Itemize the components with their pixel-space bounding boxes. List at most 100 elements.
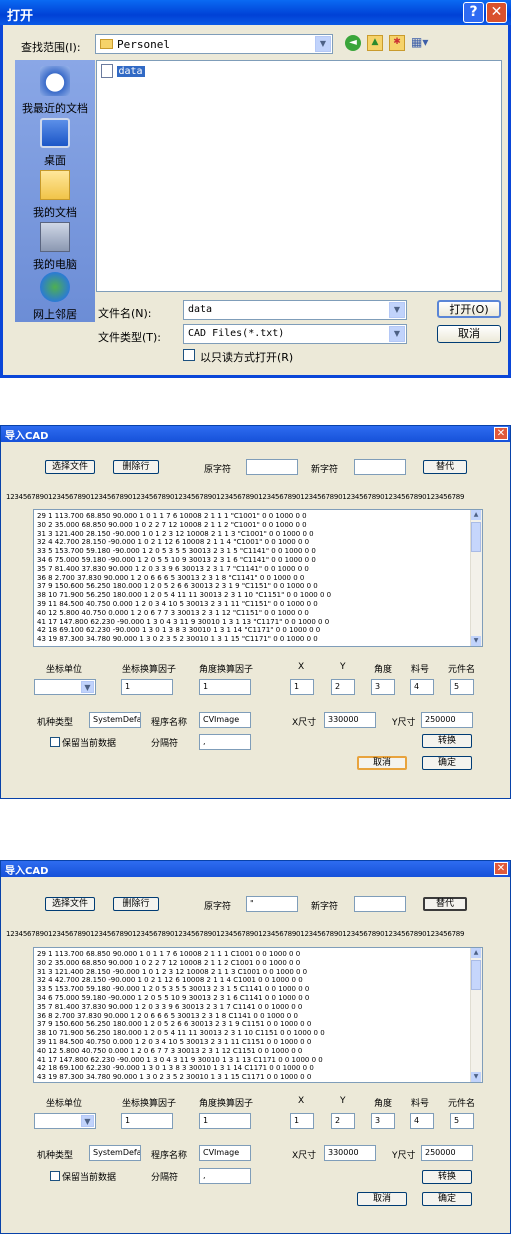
filename-combo[interactable]: data ▼ <box>183 300 407 320</box>
replace-button[interactable]: 替代 <box>423 460 467 474</box>
chevron-down-icon[interactable]: ▼ <box>81 681 94 693</box>
scroll-down-icon[interactable]: ▼ <box>471 636 481 646</box>
scroll-thumb[interactable] <box>471 960 481 990</box>
delete-row-button[interactable]: 删除行 <box>113 897 159 911</box>
list-item[interactable]: 33 5 153.700 59.180 -90.000 1 2 0 5 3 5 … <box>34 985 482 994</box>
data-listbox[interactable]: 29 1 113.700 68.850 90.000 1 0 1 1 7 6 1… <box>33 947 483 1083</box>
select-file-button[interactable]: 选择文件 <box>45 897 95 911</box>
delete-row-button[interactable]: 删除行 <box>113 460 159 474</box>
list-item[interactable]: 42 18 69.100 62.230 -90.000 1 3 0 1 3 8 … <box>34 1064 482 1073</box>
list-item[interactable]: 35 7 81.400 37.830 90.000 1 2 0 3 3 9 6 … <box>34 565 482 574</box>
select-file-button[interactable]: 选择文件 <box>45 460 95 474</box>
vertical-scrollbar[interactable]: ▲ ▼ <box>470 948 482 1082</box>
angle-scale-input[interactable]: 1 <box>199 679 251 695</box>
chevron-down-icon[interactable]: ▼ <box>81 1115 94 1127</box>
y-column-input[interactable]: 2 <box>331 679 355 695</box>
orig-char-input[interactable]: " <box>246 896 298 912</box>
part-column-input[interactable]: 4 <box>410 1113 434 1129</box>
keep-data-checkbox[interactable] <box>50 1171 60 1181</box>
component-column-input[interactable]: 5 <box>450 1113 474 1129</box>
filetype-combo[interactable]: CAD Files(*.txt) ▼ <box>183 324 407 344</box>
x-size-input[interactable]: 330000 <box>324 712 376 728</box>
list-item[interactable]: 34 6 75.000 59.180 -90.000 1 2 0 5 5 10 … <box>34 556 482 565</box>
angle-column-input[interactable]: 3 <box>371 1113 395 1129</box>
program-name-input[interactable]: CVImage <box>199 1145 251 1161</box>
list-item[interactable]: 40 12 5.800 40.750 0.000 1 2 0 6 7 7 3 3… <box>34 609 482 618</box>
view-menu-icon[interactable]: ▦▾ <box>411 35 433 51</box>
list-item[interactable]: 41 17 147.800 62.230 -90.000 1 3 0 4 3 1… <box>34 1056 482 1065</box>
file-list[interactable]: data <box>96 60 502 292</box>
list-item[interactable]: 39 11 84.500 40.750 0.000 1 2 0 3 4 10 5… <box>34 1038 482 1047</box>
list-item[interactable]: 33 5 153.700 59.180 -90.000 1 2 0 5 3 5 … <box>34 547 482 556</box>
close-button[interactable]: ✕ <box>486 2 507 23</box>
y-column-input[interactable]: 2 <box>331 1113 355 1129</box>
scroll-down-icon[interactable]: ▼ <box>471 1072 481 1082</box>
scroll-up-icon[interactable]: ▲ <box>471 948 481 958</box>
component-column-input[interactable]: 5 <box>450 679 474 695</box>
back-icon[interactable]: ◄ <box>345 35 361 51</box>
look-in-combo[interactable]: Personel ▼ <box>95 34 333 54</box>
list-item[interactable]: 31 3 121.400 28.150 -90.000 1 0 1 2 3 12… <box>34 968 482 977</box>
list-item[interactable]: 32 4 42.700 28.150 -90.000 1 0 2 1 12 6 … <box>34 538 482 547</box>
scroll-up-icon[interactable]: ▲ <box>471 510 481 520</box>
list-item[interactable]: 40 12 5.800 40.750 0.000 1 2 0 6 7 7 3 3… <box>34 1047 482 1056</box>
list-item[interactable]: 34 6 75.000 59.180 -90.000 1 2 0 5 5 10 … <box>34 994 482 1003</box>
new-char-input[interactable] <box>354 459 406 475</box>
x-column-input[interactable]: 1 <box>290 1113 314 1129</box>
new-char-input[interactable] <box>354 896 406 912</box>
part-column-input[interactable]: 4 <box>410 679 434 695</box>
angle-column-input[interactable]: 3 <box>371 679 395 695</box>
list-item[interactable]: 29 1 113.700 68.850 90.000 1 0 1 1 7 6 1… <box>34 950 482 959</box>
list-item[interactable]: 43 19 87.300 34.780 90.000 1 3 0 2 3 5 2… <box>34 1073 482 1082</box>
program-name-input[interactable]: CVImage <box>199 712 251 728</box>
y-size-input[interactable]: 250000 <box>421 712 473 728</box>
cancel-button[interactable]: 取消 <box>437 325 501 343</box>
list-item[interactable]: 42 18 69.100 62.230 -90.000 1 3 0 1 3 8 … <box>34 626 482 635</box>
place-network[interactable]: 网上邻居 <box>15 272 95 322</box>
list-item[interactable]: 36 8 2.700 37.830 90.000 1 2 0 6 6 6 5 3… <box>34 574 482 583</box>
convert-button[interactable]: 转换 <box>422 734 472 748</box>
vertical-scrollbar[interactable]: ▲ ▼ <box>470 510 482 646</box>
file-item[interactable]: data <box>101 64 145 78</box>
list-item[interactable]: 29 1 113.700 68.850 90.000 1 0 1 1 7 6 1… <box>34 512 482 521</box>
coord-unit-select[interactable]: ▼ <box>34 679 96 695</box>
scroll-thumb[interactable] <box>471 522 481 552</box>
readonly-checkbox[interactable] <box>183 349 195 361</box>
up-folder-icon[interactable]: ▲ <box>367 35 383 51</box>
list-item[interactable]: 41 17 147.800 62.230 -90.000 1 3 0 4 3 1… <box>34 618 482 627</box>
chevron-down-icon[interactable]: ▼ <box>389 302 405 318</box>
chevron-down-icon[interactable]: ▼ <box>315 36 331 52</box>
separator-input[interactable]: , <box>199 734 251 750</box>
list-item[interactable]: 30 2 35.000 68.850 90.000 1 0 2 2 7 12 1… <box>34 959 482 968</box>
cancel-button[interactable]: 取消 <box>357 1192 407 1206</box>
list-item[interactable]: 38 10 71.900 56.250 180.000 1 2 0 5 4 11… <box>34 1029 482 1038</box>
close-icon[interactable]: ✕ <box>494 427 508 440</box>
y-size-input[interactable]: 250000 <box>421 1145 473 1161</box>
place-desktop[interactable]: 桌面 <box>15 118 95 168</box>
list-item[interactable]: 32 4 42.700 28.150 -90.000 1 0 2 1 12 6 … <box>34 976 482 985</box>
cancel-button[interactable]: 取消 <box>357 756 407 770</box>
coord-unit-select[interactable]: ▼ <box>34 1113 96 1129</box>
x-size-input[interactable]: 330000 <box>324 1145 376 1161</box>
list-item[interactable]: 38 10 71.900 56.250 180.000 1 2 0 5 4 11… <box>34 591 482 600</box>
new-folder-icon[interactable]: ✱ <box>389 35 405 51</box>
x-column-input[interactable]: 1 <box>290 679 314 695</box>
convert-button[interactable]: 转换 <box>422 1170 472 1184</box>
list-item[interactable]: 35 7 81.400 37.830 90.000 1 2 0 3 3 9 6 … <box>34 1003 482 1012</box>
help-button[interactable]: ? <box>463 2 484 23</box>
keep-data-checkbox[interactable] <box>50 737 60 747</box>
list-item[interactable]: 30 2 35.000 68.850 90.000 1 0 2 2 7 12 1… <box>34 521 482 530</box>
ok-button[interactable]: 确定 <box>422 756 472 770</box>
separator-input[interactable]: , <box>199 1168 251 1184</box>
coord-scale-input[interactable]: 1 <box>121 679 173 695</box>
coord-scale-input[interactable]: 1 <box>121 1113 173 1129</box>
ok-button[interactable]: 确定 <box>422 1192 472 1206</box>
list-item[interactable]: 43 19 87.300 34.780 90.000 1 3 0 2 3 5 2… <box>34 635 482 644</box>
chevron-down-icon[interactable]: ▼ <box>389 326 405 342</box>
list-item[interactable]: 37 9 150.600 56.250 180.000 1 2 0 5 2 6 … <box>34 582 482 591</box>
place-my-documents[interactable]: 我的文档 <box>15 170 95 220</box>
place-my-computer[interactable]: 我的电脑 <box>15 222 95 272</box>
list-item[interactable]: 39 11 84.500 40.750 0.000 1 2 0 3 4 10 5… <box>34 600 482 609</box>
angle-scale-input[interactable]: 1 <box>199 1113 251 1129</box>
list-item[interactable]: 31 3 121.400 28.150 -90.000 1 0 1 2 3 12… <box>34 530 482 539</box>
